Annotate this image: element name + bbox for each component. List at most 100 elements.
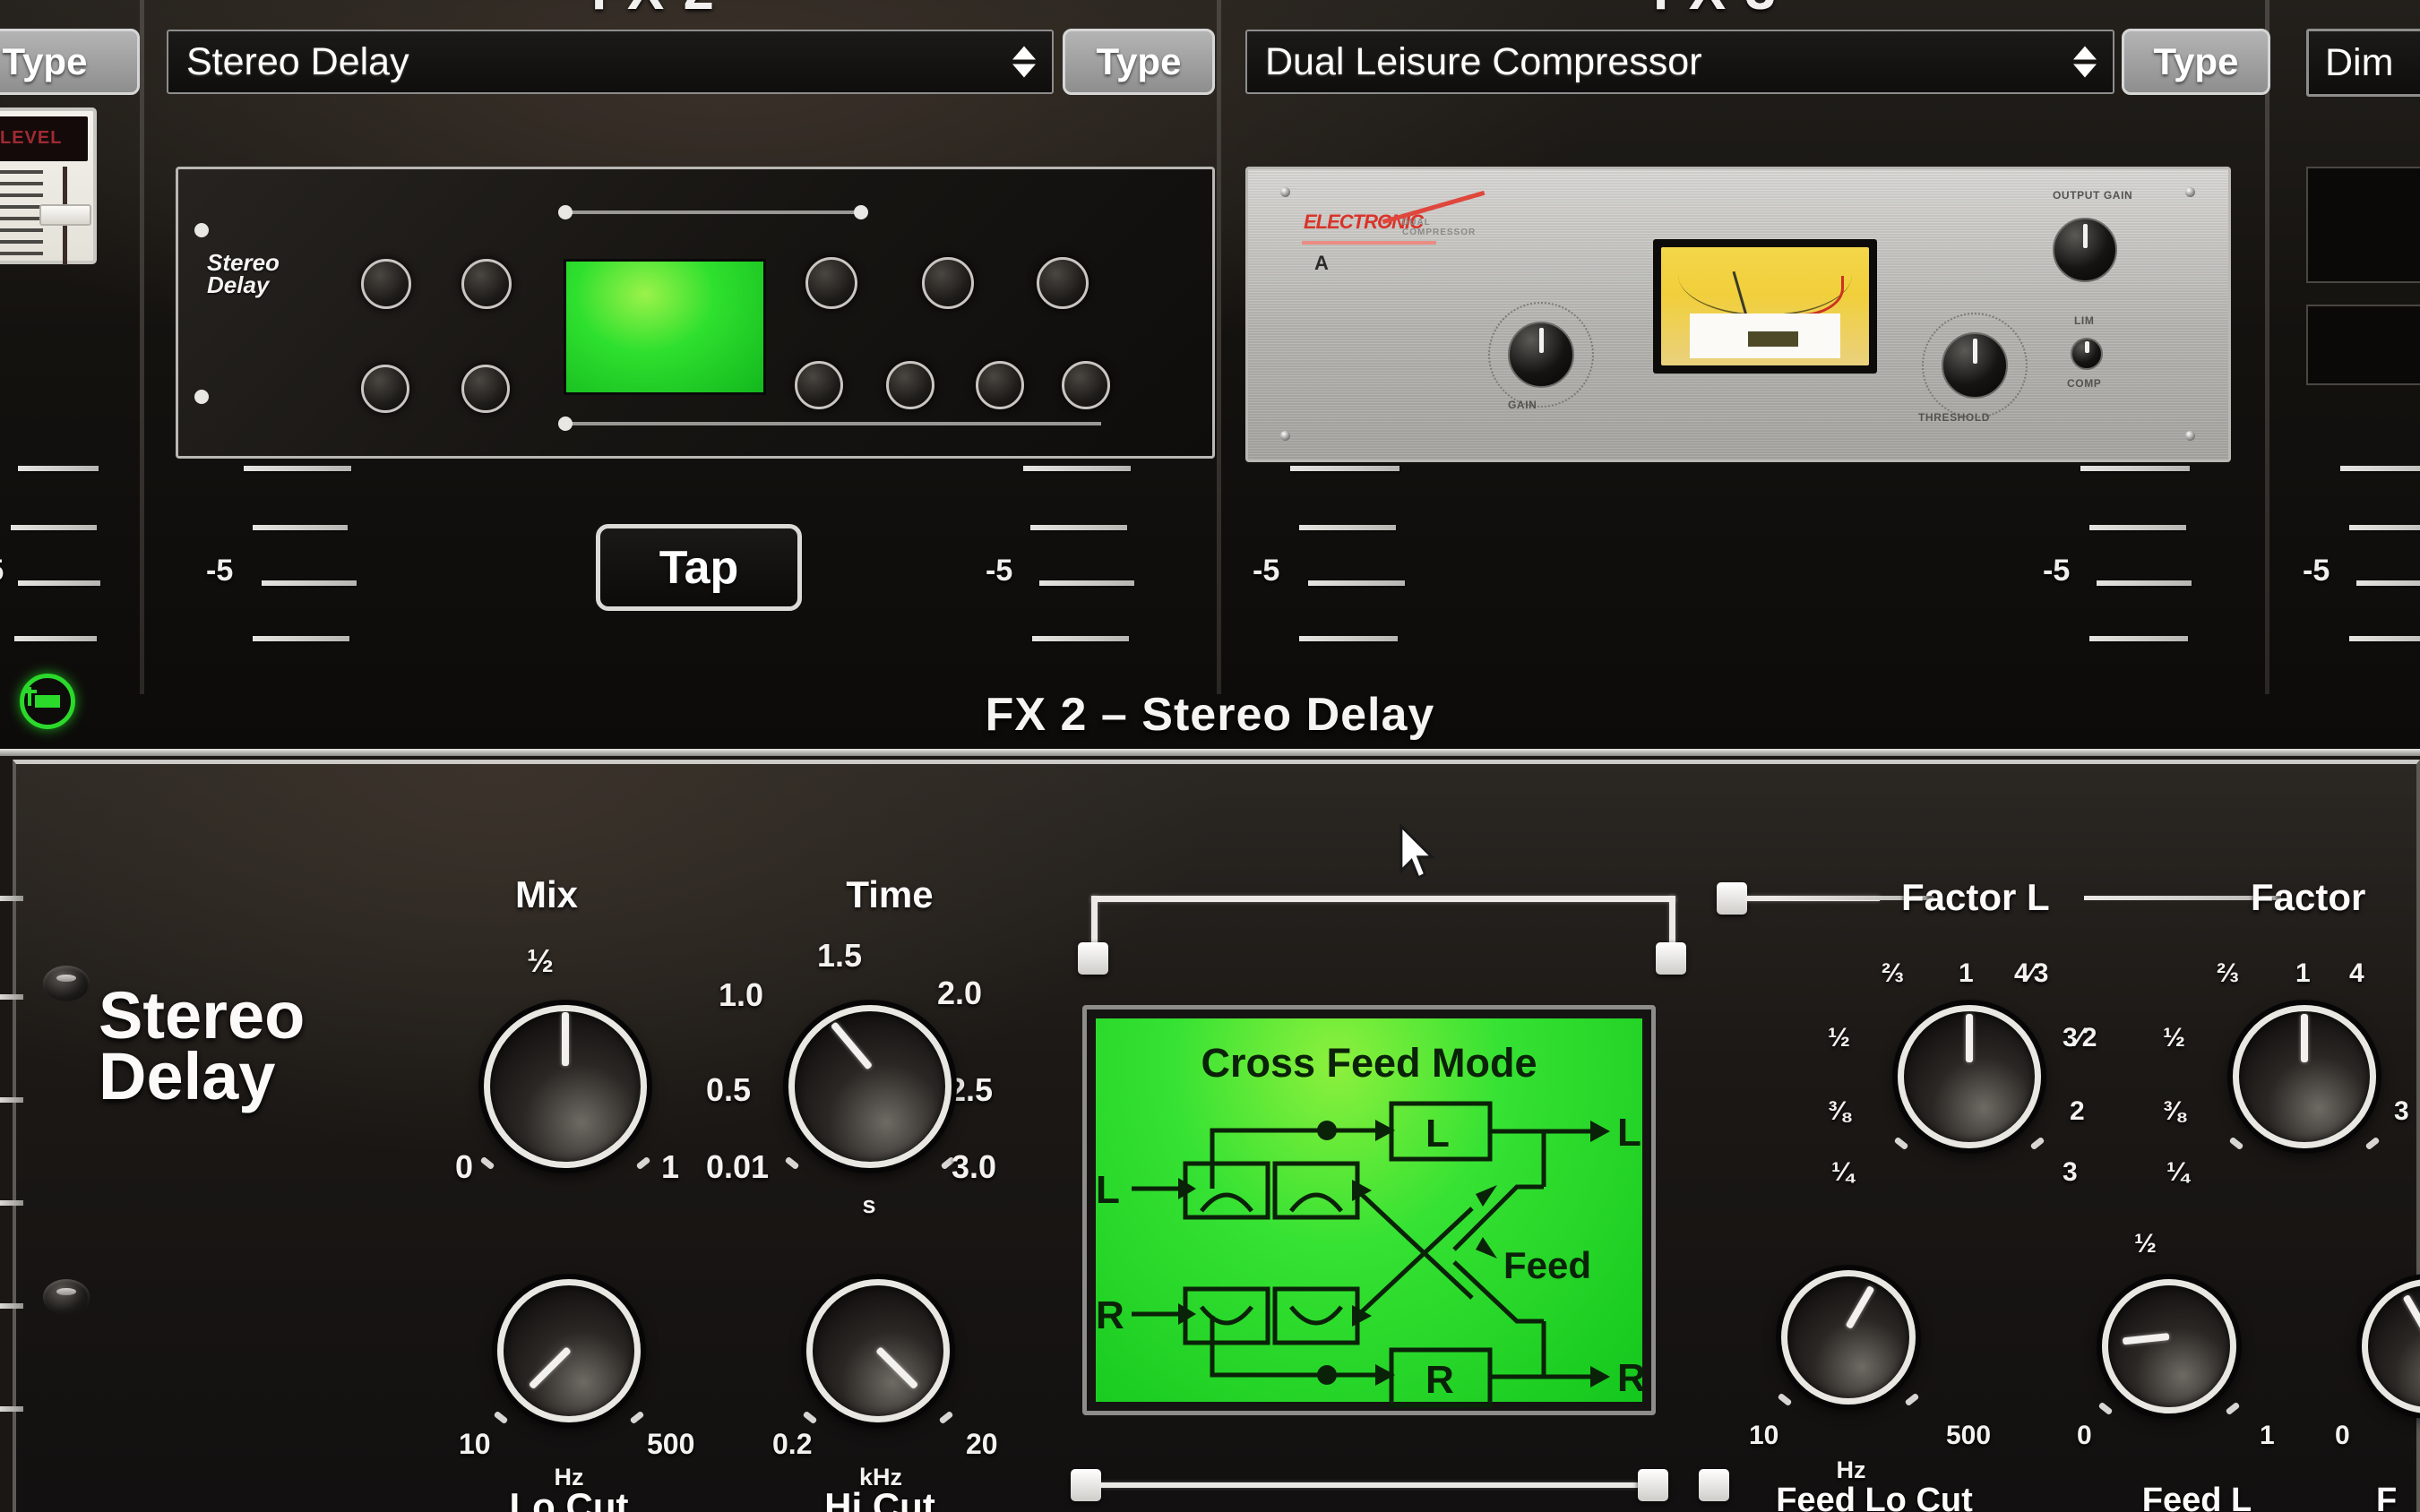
fx-panel-caption-text: FX 2 – Stereo Delay: [985, 688, 1435, 741]
compressor-output-gain-knob[interactable]: [2053, 218, 2117, 282]
mini-knob-lo-cut[interactable]: [361, 365, 409, 413]
knob-pointer: [562, 1012, 569, 1066]
lcd-block-right: R: [1425, 1358, 1454, 1402]
level-fader-handle[interactable]: [39, 204, 91, 226]
feed-r-label: F: [2376, 1482, 2398, 1512]
chevron-updown-icon[interactable]: [1012, 46, 1036, 78]
factor-l-tick-1-2: ½: [1828, 1023, 1851, 1052]
mini-knob-feed-hi-cut[interactable]: [1062, 361, 1110, 409]
compressor-channel-label: A: [1314, 252, 1329, 274]
mini-module-compressor[interactable]: ELECTRONIC DUAL COMPRESSOR A OUTPUT GAIN…: [1245, 167, 2231, 462]
device-select-fx4[interactable]: Dim: [2306, 29, 2420, 97]
chevron-updown-icon[interactable]: [2073, 46, 2097, 78]
tap-tempo-button[interactable]: Tap: [596, 524, 802, 611]
mini-screw: [194, 390, 209, 404]
device-select-fx4-value: Dim: [2325, 40, 2394, 84]
time-tick-3_0: 3.0: [952, 1148, 997, 1185]
compressor-brand-sub: DUAL COMPRESSOR: [1402, 218, 1477, 237]
label-lim: LIM: [2074, 314, 2095, 327]
routing-terminal-bottom-right[interactable]: [1638, 1469, 1668, 1501]
routing-terminal-right[interactable]: [1656, 942, 1686, 975]
mini-knob-hi-cut[interactable]: [461, 365, 510, 413]
cross-feed-lcd-face: Cross Feed Mode L R L R L R Feed: [1096, 1018, 1646, 1408]
rack-column-separator: [140, 0, 144, 694]
rack-top-area: FX 2 FX 3 Type Stereo Delay Type Dual Le…: [0, 0, 2420, 752]
level-fader-strip[interactable]: LEVEL: [0, 107, 97, 265]
compressor-threshold-knob[interactable]: [1942, 332, 2008, 399]
mini-knob-factor-l[interactable]: [805, 257, 857, 309]
factor-r-knob[interactable]: [2228, 1005, 2381, 1151]
mix-knob[interactable]: [479, 1005, 651, 1171]
time-tick-2_0: 2.0: [937, 975, 983, 1011]
feed-lo-cut-label: Feed Lo Cut: [1776, 1482, 1973, 1512]
mini-knob-time[interactable]: [461, 259, 512, 309]
factor-l-knob[interactable]: [1893, 1005, 2045, 1151]
mouse-cursor: [1399, 822, 1436, 880]
label-gain: GAIN: [1508, 399, 1537, 411]
mini-knob-feed-r[interactable]: [976, 361, 1024, 409]
time-tick-1_5: 1.5: [817, 937, 863, 974]
device-select-fx3[interactable]: Dual Leisure Compressor: [1245, 30, 2114, 94]
factor-r-tick-1: 1: [2295, 958, 2311, 988]
hi-cut-knob[interactable]: [802, 1279, 954, 1425]
type-button-fx1[interactable]: Type: [0, 29, 140, 95]
app-window: FX 2 FX 3 Type Stereo Delay Type Dual Le…: [0, 0, 2420, 1512]
factor-l-tick-3-8: ⅜: [1828, 1096, 1851, 1126]
mini-module-label: Stereo Delay: [207, 251, 280, 298]
time-tick-0_5: 0.5: [706, 1071, 752, 1108]
time-knob[interactable]: [784, 1005, 956, 1171]
factor-l-tick-1-4: ¼: [1831, 1157, 1855, 1187]
feed-l-center: ½: [2134, 1229, 2157, 1259]
feed-lo-cut-min: 10: [1749, 1421, 1779, 1450]
mini-knob-feed-l[interactable]: [886, 361, 934, 409]
time-tick-2_5: 2.5: [948, 1071, 994, 1108]
label-output-gain: OUTPUT GAIN: [2053, 189, 2133, 202]
time-tick-0_01: 0.01: [706, 1148, 770, 1185]
factor-r-tick-3-8: ⅜: [2163, 1096, 2186, 1126]
factor-r-tick-1-2: ½: [2163, 1023, 2186, 1052]
lcd-output-right: R: [1617, 1356, 1646, 1400]
scale-value: -5: [206, 554, 234, 588]
routing-terminal-feed[interactable]: [1699, 1469, 1729, 1501]
device-select-fx2[interactable]: Stereo Delay: [167, 30, 1054, 94]
panel-brand-line2: Delay: [99, 1039, 276, 1114]
routing-terminal-left[interactable]: [1078, 942, 1108, 975]
mini-module-stereo-delay[interactable]: Stereo Delay: [176, 167, 1215, 459]
knob-ring: [2102, 1279, 2236, 1413]
lo-cut-label: Lo Cut: [509, 1485, 629, 1512]
type-button-fx2[interactable]: Type: [1063, 29, 1215, 95]
rack-scale-fx3-right: -5: [2034, 466, 2213, 645]
scale-value: -5: [0, 554, 4, 588]
mini-terminal: [854, 205, 868, 219]
feed-lo-cut-max: 500: [1946, 1421, 1992, 1450]
rack-screw: [1280, 187, 1290, 197]
mini-label-line2: Delay: [207, 271, 270, 298]
cross-feed-mode-display: Cross Feed Mode L R L R L R Feed: [1082, 1005, 1656, 1415]
feed-l-knob[interactable]: [2097, 1279, 2241, 1416]
mini-knob-feed-lo-cut[interactable]: [795, 361, 843, 409]
lo-cut-knob[interactable]: [493, 1279, 645, 1425]
factor-l-tick-4-3: 4⁄3: [2014, 958, 2049, 988]
mini-knob-factor-r[interactable]: [922, 257, 974, 309]
mini-knob-mix[interactable]: [361, 259, 411, 309]
feed-lo-cut-knob[interactable]: [1777, 1270, 1920, 1407]
compressor-gain-knob[interactable]: [1508, 322, 1574, 388]
fx4-partial-module: [2306, 167, 2420, 283]
compressor-brand-logo: ELECTRONIC DUAL COMPRESSOR: [1302, 190, 1486, 245]
hi-cut-max: 20: [966, 1428, 998, 1460]
lcd-output-left: L: [1617, 1111, 1641, 1155]
lcd-block-left: L: [1425, 1112, 1450, 1155]
routing-terminal-factor-l[interactable]: [1717, 882, 1747, 915]
routing-cable-left-drop: [1091, 896, 1098, 949]
panel-screw: [43, 1279, 90, 1315]
vu-meter-face: [1661, 247, 1869, 365]
hi-cut-label: Hi Cut: [824, 1485, 935, 1512]
mini-terminal: [558, 417, 573, 431]
level-display-text: LEVEL: [0, 128, 63, 148]
logo-underline: [1302, 241, 1436, 245]
compressor-mode-switch[interactable]: [2071, 338, 2103, 370]
routing-terminal-bottom-left[interactable]: [1071, 1469, 1101, 1501]
routing-cable-bottom: [1100, 1482, 1638, 1488]
type-button-fx3[interactable]: Type: [2122, 29, 2270, 95]
mini-knob-offset[interactable]: [1037, 257, 1089, 309]
